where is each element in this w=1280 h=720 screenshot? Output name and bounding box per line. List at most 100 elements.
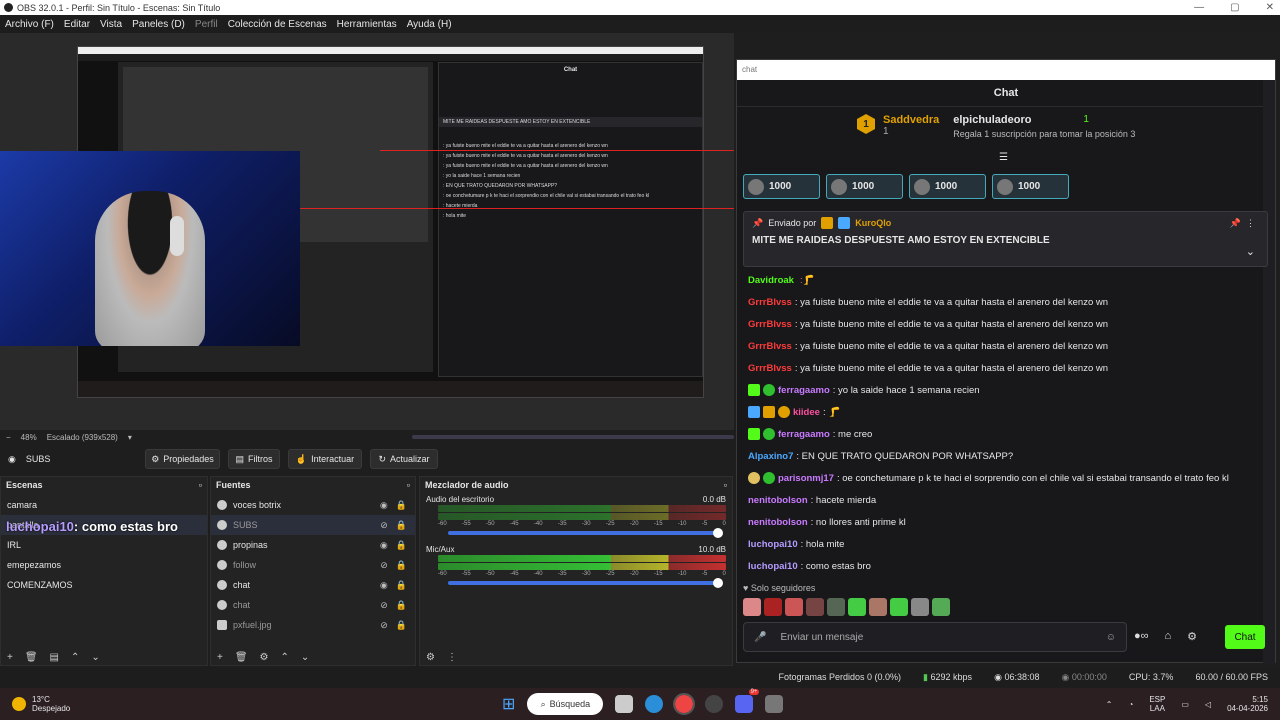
windows-start-icon[interactable]: ⊞ [502, 694, 515, 714]
taskbar-search[interactable]: ⌕ Búsqueda [527, 693, 604, 715]
menu-help[interactable]: Ayuda (H) [407, 19, 452, 30]
undock-icon[interactable]: ▫ [407, 480, 410, 490]
source-item[interactable]: follow ⊘ 🔒 [211, 555, 415, 575]
move-up-icon[interactable]: ⌃ [281, 652, 289, 663]
emote-icon[interactable] [764, 598, 782, 616]
emote-icon[interactable] [848, 598, 866, 616]
scene-item[interactable]: IRL [1, 535, 207, 555]
remove-scene-icon[interactable]: 🗑 [25, 652, 38, 663]
eye-hidden-icon[interactable]: ⊘ [380, 620, 388, 631]
source-properties-icon[interactable]: ⚙ [260, 652, 269, 663]
gift-card[interactable]: 1000 [743, 174, 820, 199]
move-up-icon[interactable]: ⌃ [71, 652, 79, 663]
add-source-icon[interactable]: + [217, 652, 223, 663]
msg-user[interactable]: GrrrBlvss [748, 341, 792, 352]
msg-user[interactable]: GrrrBlvss [748, 363, 792, 374]
msg-user[interactable]: kiidee [793, 407, 820, 418]
eye-icon[interactable]: ◉ [380, 540, 388, 551]
language-indicator[interactable]: ESP LAA [1149, 695, 1165, 713]
properties-button[interactable]: ⚙ Propiedades [145, 449, 220, 469]
app-icon[interactable] [765, 695, 784, 713]
lock-icon[interactable]: 🔒 [396, 580, 407, 591]
msg-user[interactable]: ferragaamo [778, 429, 830, 440]
gift-card[interactable]: 1000 [909, 174, 986, 199]
source-item[interactable]: chat ⊘ 🔒 [211, 595, 415, 615]
eye-hidden-icon[interactable]: ⊘ [380, 560, 388, 571]
lock-icon[interactable]: 🔒 [396, 540, 407, 551]
program-preview[interactable]: Chat MITE ME RAIDEAS DESPUESTE AMO ESTOY… [0, 33, 734, 430]
emote-icon[interactable] [890, 598, 908, 616]
move-down-icon[interactable]: ⌄ [301, 652, 309, 663]
source-item[interactable]: pxfuel.jpg ⊘ 🔒 [211, 615, 415, 635]
gift-card[interactable]: 1000 [826, 174, 903, 199]
close-button[interactable]: ✕ [1266, 2, 1274, 13]
menu-edit[interactable]: Editar [64, 19, 90, 30]
scene-filter-icon[interactable]: ▤ [50, 652, 59, 663]
eye-hidden-icon[interactable]: ⊘ [380, 520, 388, 531]
maximize-button[interactable]: ▢ [1230, 2, 1239, 13]
lock-icon[interactable]: 🔒 [396, 500, 407, 511]
eye-icon[interactable]: ◉ [380, 500, 388, 511]
chevron-down-icon[interactable]: ▾ [128, 433, 132, 442]
source-item[interactable]: voces botrix ◉ 🔒 [211, 495, 415, 515]
chrome-icon[interactable] [673, 693, 696, 715]
mixer-settings-icon[interactable]: ⚙ [426, 652, 435, 663]
menu-view[interactable]: Vista [100, 19, 122, 30]
menu-scene-collection[interactable]: Colección de Escenas [228, 19, 327, 30]
minimize-button[interactable]: — [1194, 2, 1204, 13]
menu-file[interactable]: Archivo (F) [5, 19, 54, 30]
emote-icon[interactable] [932, 598, 950, 616]
clock[interactable]: 5:15 04-04-2026 [1227, 695, 1268, 713]
edge-icon[interactable] [645, 695, 664, 713]
source-item[interactable]: propinas ◉ 🔒 [211, 535, 415, 555]
lock-icon[interactable]: 🔒 [396, 520, 407, 531]
network-icon[interactable]: ▭ [1181, 700, 1189, 709]
wifi-icon[interactable]: ◔ [1129, 700, 1134, 709]
msg-user[interactable]: nenitobolson [748, 495, 808, 506]
lock-icon[interactable]: 🔒 [396, 600, 407, 611]
obs-app-icon[interactable] [705, 695, 724, 713]
emote-icon[interactable] [869, 598, 887, 616]
emote-icon[interactable] [806, 598, 824, 616]
menu-tools[interactable]: Herramientas [337, 19, 397, 30]
msg-user[interactable]: nenitobolson [748, 517, 808, 528]
msg-user[interactable]: luchopai10 [748, 539, 798, 550]
chat-input[interactable]: 🎤 Enviar un mensaje ☺ [743, 622, 1127, 652]
emoji-icon[interactable]: ☺ [1106, 632, 1116, 643]
discord-icon[interactable]: 9+ [735, 689, 760, 713]
scene-item[interactable]: camara [1, 495, 207, 515]
undock-icon[interactable]: ▫ [199, 480, 202, 490]
pinned-message[interactable]: 📌 Enviado por KuroQlo 📌 ⋮ MITE ME RAIDEA… [743, 211, 1268, 267]
msg-user[interactable]: Alpaxino7 [748, 451, 793, 462]
preview-scrollbar[interactable] [412, 435, 734, 439]
source-item[interactable]: chat ◉ 🔒 [211, 575, 415, 595]
msg-user[interactable]: ferragaamo [778, 385, 830, 396]
microphone-icon[interactable]: 🎤 [754, 632, 766, 643]
scene-item[interactable]: emepezamos [1, 555, 207, 575]
volume-icon[interactable]: ◁ [1205, 700, 1211, 709]
emote-icon[interactable] [743, 598, 761, 616]
lock-icon[interactable]: 🔒 [396, 620, 407, 631]
leaderboard-toggle-icon[interactable]: ☰ [999, 152, 1008, 163]
source-item[interactable]: SUBS ⊘ 🔒 [211, 515, 415, 535]
zoom-minus-icon[interactable]: − [6, 433, 11, 442]
emote-icon[interactable] [911, 598, 929, 616]
scene-item[interactable]: COMENZAMOS [1, 575, 207, 595]
lock-icon[interactable]: 🔒 [396, 560, 407, 571]
gift-card[interactable]: 1000 [992, 174, 1069, 199]
menu-docks[interactable]: Paneles (D) [132, 19, 185, 30]
remove-source-icon[interactable]: 🗑 [235, 652, 248, 663]
emote-icon[interactable] [785, 598, 803, 616]
filters-button[interactable]: ▤ Filtros [228, 449, 280, 469]
menu-profile[interactable]: Perfil [195, 19, 218, 30]
more-options-icon[interactable]: ⋮ [1246, 218, 1255, 229]
eye-icon[interactable]: ◉ [380, 580, 388, 591]
store-icon[interactable]: ⌂ [1165, 630, 1172, 643]
chevron-down-icon[interactable]: ⌄ [1246, 245, 1255, 258]
refresh-button[interactable]: ↻ Actualizar [370, 449, 438, 469]
msg-user[interactable]: Davidroak [748, 275, 794, 286]
send-chat-button[interactable]: Chat [1225, 625, 1265, 649]
eye-hidden-icon[interactable]: ⊘ [380, 600, 388, 611]
add-scene-icon[interactable]: + [7, 652, 13, 663]
msg-user[interactable]: GrrrBlvss [748, 297, 792, 308]
